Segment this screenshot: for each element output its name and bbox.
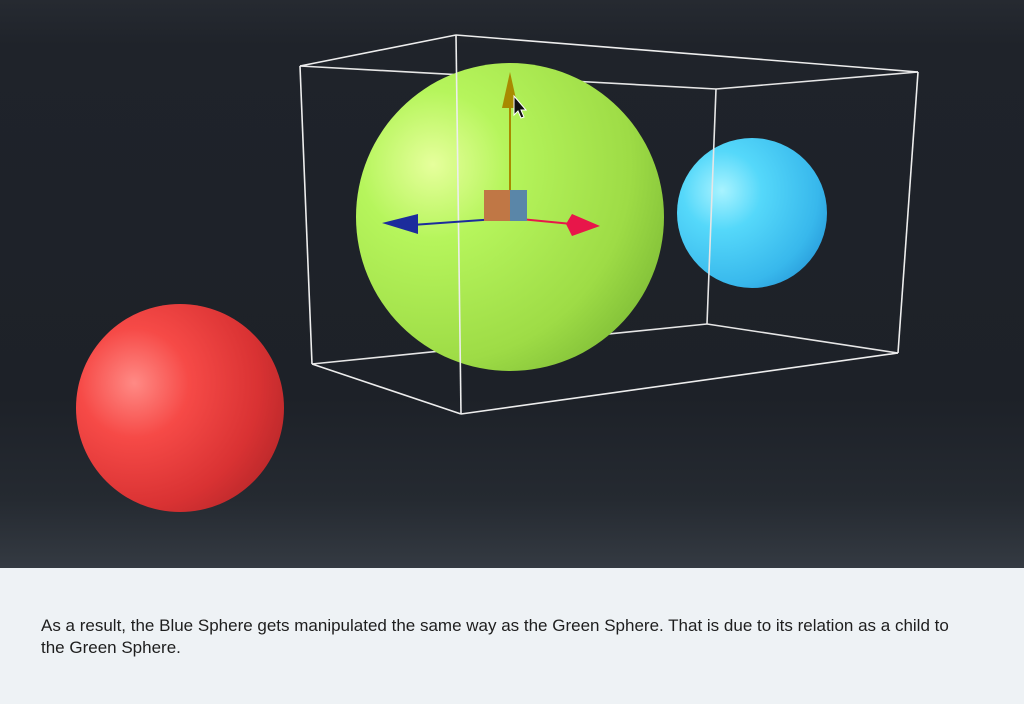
gizmo-center-handle[interactable]: [484, 190, 510, 221]
3d-viewport[interactable]: [0, 0, 1024, 568]
red-sphere[interactable]: [76, 304, 284, 512]
gizmo-center-handle-side[interactable]: [510, 190, 527, 221]
blue-sphere[interactable]: [677, 138, 827, 288]
scene-canvas: [76, 34, 919, 512]
caption-panel: As a result, the Blue Sphere gets manipu…: [0, 568, 1024, 704]
caption-text: As a result, the Blue Sphere gets manipu…: [41, 616, 949, 657]
